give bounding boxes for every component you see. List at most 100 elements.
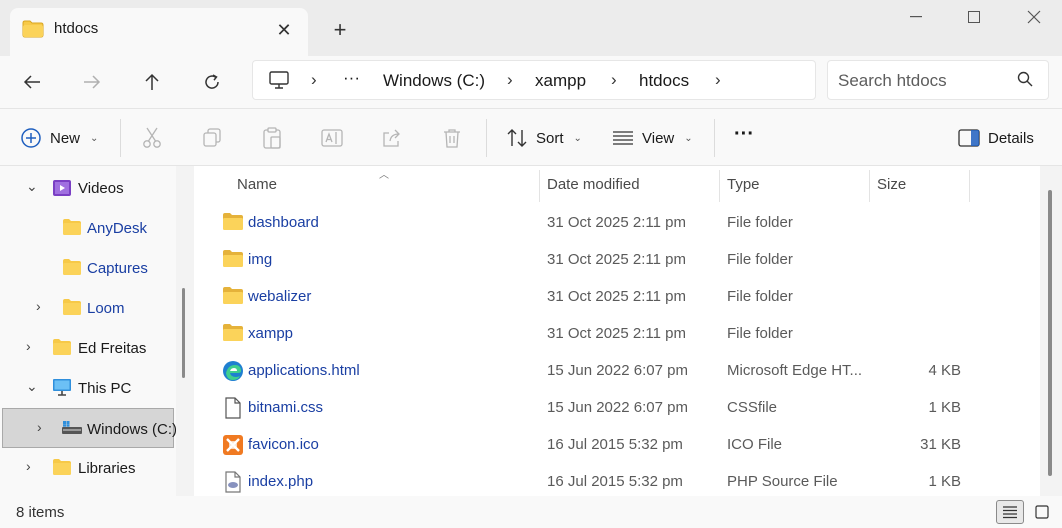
plus-icon[interactable]: + bbox=[326, 16, 354, 44]
sidebar-item-windows-c[interactable]: › Windows (C:) bbox=[2, 408, 176, 448]
column-header-type[interactable]: Type bbox=[727, 176, 760, 193]
navigation-bar: › ··· Windows (C:) › xampp › htdocs › bbox=[0, 56, 1062, 108]
column-divider[interactable] bbox=[869, 170, 870, 202]
column-header-size[interactable]: Size bbox=[877, 176, 906, 193]
table-row[interactable]: webalizer 31 Oct 2025 2:11 pm File folde… bbox=[194, 278, 1040, 315]
chevron-right-icon[interactable]: › bbox=[715, 70, 721, 90]
file-date: 31 Oct 2025 2:11 pm bbox=[547, 288, 686, 305]
sort-ascending-icon: ︿ bbox=[379, 170, 389, 181]
back-arrow-icon[interactable] bbox=[14, 64, 50, 100]
share-icon[interactable] bbox=[380, 126, 404, 150]
address-bar[interactable]: › ··· Windows (C:) › xampp › htdocs › bbox=[252, 60, 816, 100]
table-row[interactable]: img 31 Oct 2025 2:11 pm File folder bbox=[194, 241, 1040, 278]
chevron-right-icon[interactable]: › bbox=[37, 419, 42, 435]
breadcrumb-xampp[interactable]: xampp bbox=[535, 71, 586, 91]
sidebar-item-libraries[interactable]: › Libraries bbox=[0, 448, 176, 488]
chevron-right-icon[interactable]: › bbox=[611, 70, 617, 90]
table-row[interactable]: index.php 16 Jul 2015 5:32 pm PHP Source… bbox=[194, 463, 1040, 500]
folder-icon bbox=[22, 20, 44, 42]
title-bar: htdocs ✕ + bbox=[0, 0, 1062, 56]
column-divider[interactable] bbox=[539, 170, 540, 202]
column-header-date-modified[interactable]: Date modified bbox=[547, 176, 640, 193]
forward-arrow-icon[interactable] bbox=[74, 64, 110, 100]
xampp-icon bbox=[222, 434, 244, 456]
file-list[interactable]: ︿ Name Date modified Type Size dashboard… bbox=[194, 166, 1040, 496]
breadcrumb-windows-c[interactable]: Windows (C:) bbox=[383, 71, 485, 91]
navigation-pane[interactable]: ⌄ Videos AnyDesk Captures › Loom › Ed Fr… bbox=[0, 166, 176, 496]
computer-icon[interactable] bbox=[269, 71, 289, 93]
file-list-scrollbar[interactable] bbox=[1048, 190, 1052, 476]
column-header-name[interactable]: Name bbox=[237, 176, 277, 193]
file-date: 31 Oct 2025 2:11 pm bbox=[547, 325, 686, 342]
table-row[interactable]: favicon.ico 16 Jul 2015 5:32 pm ICO File… bbox=[194, 426, 1040, 463]
search-icon[interactable] bbox=[1017, 71, 1033, 91]
chevron-right-icon[interactable]: › bbox=[26, 458, 31, 474]
folder-icon bbox=[222, 286, 244, 308]
sort-button[interactable]: Sort ⌄ bbox=[506, 123, 582, 153]
chevron-down-icon[interactable]: ⌄ bbox=[26, 378, 38, 395]
maximize-icon[interactable] bbox=[946, 0, 1002, 34]
file-type: File folder bbox=[727, 288, 793, 305]
chevron-right-icon[interactable]: › bbox=[507, 70, 513, 90]
refresh-icon[interactable] bbox=[194, 64, 230, 100]
copy-icon[interactable] bbox=[200, 126, 224, 150]
sidebar-item-loom[interactable]: › Loom bbox=[0, 288, 176, 328]
tab-htdocs[interactable]: htdocs ✕ bbox=[10, 8, 308, 56]
edge-icon bbox=[222, 360, 244, 382]
column-divider[interactable] bbox=[969, 170, 970, 202]
close-icon[interactable] bbox=[1006, 0, 1062, 34]
file-type: File folder bbox=[727, 251, 793, 268]
file-date: 31 Oct 2025 2:11 pm bbox=[547, 214, 686, 231]
paste-icon[interactable] bbox=[260, 126, 284, 150]
chevron-right-icon[interactable]: › bbox=[36, 298, 41, 314]
chevron-down-icon: ⌄ bbox=[573, 132, 582, 144]
rename-icon[interactable] bbox=[320, 126, 344, 150]
sort-icon bbox=[507, 129, 527, 147]
new-button[interactable]: New ⌄ bbox=[20, 123, 98, 153]
command-bar: New ⌄ Sort ⌄ View ⌄ ··· Details bbox=[0, 108, 1062, 166]
search-input[interactable] bbox=[838, 67, 1008, 95]
sidebar-item-captures[interactable]: Captures bbox=[0, 248, 176, 288]
column-divider[interactable] bbox=[719, 170, 720, 202]
breadcrumb-more[interactable]: ··· bbox=[343, 68, 360, 88]
table-row[interactable]: applications.html 15 Jun 2022 6:07 pm Mi… bbox=[194, 352, 1040, 389]
cut-icon[interactable] bbox=[140, 126, 164, 150]
table-row[interactable]: xampp 31 Oct 2025 2:11 pm File folder bbox=[194, 315, 1040, 352]
file-name: applications.html bbox=[248, 362, 360, 379]
sidebar-item-videos[interactable]: ⌄ Videos bbox=[0, 168, 176, 208]
file-date: 16 Jul 2015 5:32 pm bbox=[547, 436, 683, 453]
folder-icon bbox=[62, 258, 82, 280]
sidebar-item-label: Videos bbox=[78, 180, 124, 197]
details-view-icon[interactable] bbox=[996, 500, 1024, 524]
up-arrow-icon[interactable] bbox=[134, 64, 170, 100]
tab-close-icon[interactable]: ✕ bbox=[272, 18, 296, 42]
delete-icon[interactable] bbox=[440, 126, 464, 150]
minimize-icon[interactable] bbox=[888, 0, 944, 34]
chevron-right-icon[interactable]: › bbox=[26, 338, 31, 354]
sidebar-item-this-pc[interactable]: ⌄ This PC bbox=[0, 368, 176, 408]
folder-icon bbox=[222, 212, 244, 234]
sidebar-item-label: AnyDesk bbox=[87, 220, 148, 237]
chevron-down-icon[interactable]: ⌄ bbox=[26, 178, 38, 195]
sidebar-scrollbar[interactable] bbox=[182, 288, 185, 378]
plus-circle-icon bbox=[21, 128, 41, 148]
view-button[interactable]: View ⌄ bbox=[612, 123, 693, 153]
table-row[interactable]: bitnami.css 15 Jun 2022 6:07 pm CSSfile … bbox=[194, 389, 1040, 426]
file-type: CSSfile bbox=[727, 399, 778, 416]
file-size: 31 KB bbox=[920, 436, 961, 453]
file-type: ICO File bbox=[727, 436, 783, 453]
search-box[interactable] bbox=[827, 60, 1049, 100]
more-options-button[interactable]: ··· bbox=[734, 119, 754, 149]
sidebar-item-ed-freitas[interactable]: › Ed Freitas bbox=[0, 328, 176, 368]
details-button[interactable]: Details bbox=[958, 123, 1034, 153]
file-name: index.php bbox=[248, 473, 314, 490]
sidebar-item-anydesk[interactable]: AnyDesk bbox=[0, 208, 176, 248]
folder-icon bbox=[52, 338, 72, 360]
large-icons-view-icon[interactable] bbox=[1028, 500, 1056, 524]
videos-folder-icon bbox=[52, 178, 72, 202]
breadcrumb-htdocs[interactable]: htdocs bbox=[639, 71, 689, 91]
chevron-right-icon[interactable]: › bbox=[311, 70, 317, 90]
table-row[interactable]: dashboard 31 Oct 2025 2:11 pm File folde… bbox=[194, 204, 1040, 241]
document-icon bbox=[222, 397, 244, 419]
file-name: favicon.ico bbox=[248, 436, 319, 453]
